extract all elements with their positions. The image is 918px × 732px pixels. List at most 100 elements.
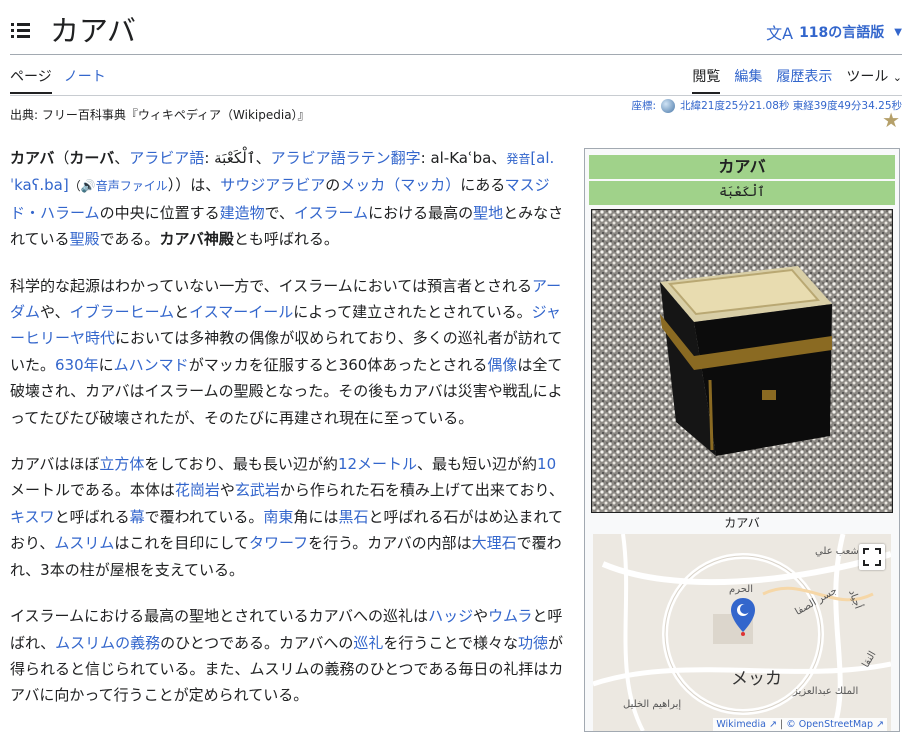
tab-page[interactable]: ページ <box>10 66 52 94</box>
text: はこれを目印にして <box>114 534 249 553</box>
main-menu-icon[interactable] <box>11 22 31 38</box>
map-label: شعب علي <box>815 546 859 557</box>
chevron-down-icon: ⌄ <box>892 71 902 84</box>
bold-term: カアバ <box>10 149 55 167</box>
article-body: カアバ（カーバ、アラビア語: ٱلْكَعْبَة、アラビア語ラテン翻字: al… <box>10 145 570 729</box>
map-marker-icon[interactable] <box>729 596 757 636</box>
text: に <box>98 355 114 374</box>
link[interactable]: 630年 <box>55 356 99 374</box>
text: や、 <box>40 303 70 322</box>
link[interactable]: 南東 <box>263 508 293 526</box>
link[interactable]: アラビア語 <box>129 149 204 167</box>
link[interactable]: 聖地 <box>473 204 503 222</box>
paragraph-4: イスラームにおける最高の聖地とされているカアバへの巡礼はハッジやウムラと呼ばれ、… <box>10 603 570 709</box>
view-tabs: 閲覧 編集 履歴表示 ツール ⌄ <box>692 66 902 94</box>
link[interactable]: イブラーヒーム <box>70 303 175 321</box>
text: カアバはほぼ <box>10 455 100 474</box>
link[interactable]: 立方体 <box>99 455 144 473</box>
link[interactable]: 音声ファイル <box>96 179 168 193</box>
tab-history[interactable]: 履歴表示 <box>776 66 832 94</box>
text: における最高の <box>368 203 474 222</box>
link[interactable]: 玄武岩 <box>235 481 280 499</box>
coordinates-value[interactable]: 北緯21度25分21.08秒 東経39度49分34.25秒 <box>680 98 902 113</box>
link[interactable]: メッカ（マッカ） <box>340 176 460 194</box>
paragraph-3: カアバはほぼ立方体をしており、最も長い辺が約12メートル、最も短い辺が約10 メー… <box>10 451 570 583</box>
coordinates-label[interactable]: 座標: <box>632 98 657 113</box>
link[interactable]: ムスリム <box>54 534 114 552</box>
text: の <box>325 176 341 195</box>
tab-read[interactable]: 閲覧 <box>692 66 721 94</box>
page-header: カアバ 文A 118の言語版 ▼ <box>0 0 918 56</box>
link[interactable]: イスラーム <box>294 204 368 222</box>
text: メートルである。本体は <box>10 481 175 500</box>
link[interactable]: ムスリムの義務 <box>55 634 160 652</box>
kaaba-photo-drawing <box>592 210 892 512</box>
text: : al-Kaʿba、 <box>420 149 507 167</box>
fullscreen-icon <box>863 548 881 566</box>
language-count-label: 118の言語版 <box>799 25 885 41</box>
text: 科学的な起源はわかっていない一方で、イスラームにおいては預言者とされる <box>10 276 533 295</box>
tab-talk[interactable]: ノート <box>64 66 106 94</box>
map-attribution: Wikimedia ↗ | © OpenStreetMap ↗ <box>713 718 887 731</box>
text: や <box>473 607 489 626</box>
paragraph-2: 科学的な起源はわかっていない一方で、イスラームにおいては預言者とされるアーダムや… <box>10 273 570 431</box>
link[interactable]: サウジアラビア <box>220 176 325 194</box>
map-credit-osm[interactable]: © OpenStreetMap <box>786 719 873 730</box>
text: イスラームにおける最高の聖地とされているカアバへの巡礼は <box>10 607 429 626</box>
tools-menu[interactable]: ツール ⌄ <box>846 66 902 94</box>
text: 、 <box>114 149 130 167</box>
link[interactable]: アラビア語ラテン翻字 <box>271 149 421 167</box>
globe-icon[interactable] <box>661 98 676 113</box>
text: で覆われている。 <box>144 507 264 526</box>
bold-term: カアバ神殿 <box>159 230 234 249</box>
link[interactable]: タワーフ <box>249 534 308 552</box>
map-city-label: メッカ <box>731 669 782 689</box>
speaker-icon: （🔊 <box>68 179 96 194</box>
text: : ٱلْكَعْبَة、 <box>204 149 271 167</box>
link[interactable]: 幕 <box>130 508 145 526</box>
text: （ <box>54 149 70 167</box>
text: である。 <box>99 230 160 249</box>
coordinates: 座標: 北緯21度25分21.08秒 東経39度49分34.25秒 <box>632 98 902 113</box>
external-link-icon: ↗ <box>876 719 884 730</box>
link[interactable]: イスマーイール <box>189 303 293 321</box>
link[interactable]: ウムラ <box>488 607 532 625</box>
link[interactable]: 12メートル <box>338 455 417 473</box>
text: や <box>219 481 235 500</box>
text: とも呼ばれる。 <box>233 230 339 249</box>
text: をしており、最も長い辺が約 <box>144 455 338 474</box>
link[interactable]: 建造物 <box>220 204 265 222</box>
page-title: カアバ <box>50 14 136 48</box>
infobox: カアバ ٱلْكَعْبَة カアバ الحرم شعب علي جسر الص… <box>584 148 900 732</box>
link[interactable]: 偶像 <box>487 356 517 374</box>
link[interactable]: 聖殿 <box>70 230 100 248</box>
infobox-image-caption: カアバ <box>724 516 760 530</box>
link[interactable]: ムハンマド <box>114 356 189 374</box>
text: ））は、 <box>167 176 221 195</box>
link[interactable]: 10 <box>537 455 556 473</box>
link[interactable]: 大理石 <box>472 534 517 552</box>
text: と <box>174 303 190 322</box>
link[interactable]: 花崗岩 <box>175 481 220 499</box>
text: を行う。カアバの内部は <box>308 534 472 553</box>
link[interactable]: 黒石 <box>338 508 368 526</box>
location-map[interactable]: الحرم شعب علي جسر الصفا إبراهيم الخليل ا… <box>593 534 891 731</box>
link[interactable]: ハッジ <box>428 607 473 625</box>
map-credit-wikimedia[interactable]: Wikimedia <box>716 719 766 730</box>
chevron-down-icon: ▼ <box>894 26 902 38</box>
link[interactable]: 巡礼 <box>353 634 383 652</box>
external-link-icon: ↗ <box>768 719 777 730</box>
infobox-arabic-name: ٱلْكَعْبَة <box>589 181 895 205</box>
fullscreen-button[interactable] <box>859 544 885 570</box>
tab-edit[interactable]: 編集 <box>734 66 762 94</box>
text: を行うことで様々な <box>383 633 518 652</box>
link[interactable]: 功徳 <box>518 634 548 652</box>
text: がマッカを征服すると360体あったとされる <box>188 355 488 374</box>
text: によって建立されたとされている。 <box>293 303 532 322</box>
kaaba-photo[interactable] <box>591 209 893 513</box>
link[interactable]: 発音 <box>506 152 530 166</box>
text: の中央に位置する <box>99 203 220 222</box>
bold-term: カーバ <box>69 149 115 167</box>
language-button[interactable]: 文A 118の言語版 ▼ <box>766 20 902 44</box>
link[interactable]: キスワ <box>10 508 55 526</box>
